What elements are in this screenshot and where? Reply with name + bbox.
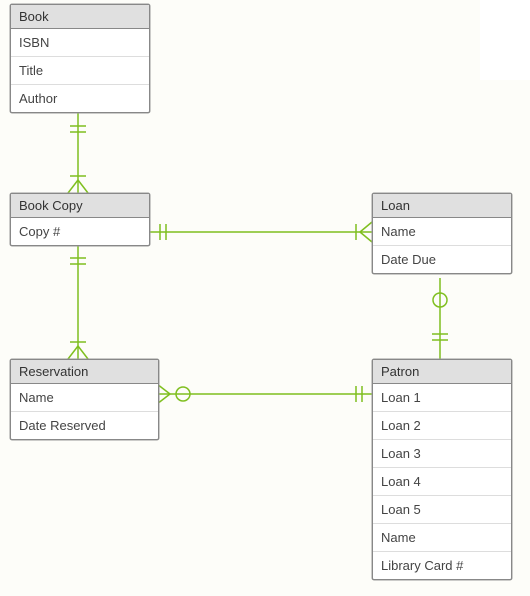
entity-patron[interactable]: Patron Loan 1 Loan 2 Loan 3 Loan 4 Loan … [372,359,512,580]
corner-patch [480,0,530,80]
entity-title: Loan [373,194,511,218]
entity-attr: Loan 3 [373,440,511,468]
entity-attrs: Name Date Reserved [11,384,158,439]
entity-book[interactable]: Book ISBN Title Author [10,4,150,113]
entity-attr: Author [11,85,149,112]
entity-title: Book Copy [11,194,149,218]
entity-attr: Name [373,524,511,552]
entity-attr: Loan 5 [373,496,511,524]
entity-attr: Loan 1 [373,384,511,412]
entity-attr: Loan 2 [373,412,511,440]
entity-attrs: Name Date Due [373,218,511,273]
entity-attr: Date Reserved [11,412,158,439]
entity-attrs: ISBN Title Author [11,29,149,112]
entity-attr: Name [373,218,511,246]
entity-book-copy[interactable]: Book Copy Copy # [10,193,150,246]
entity-attr: Library Card # [373,552,511,579]
entity-attr: Title [11,57,149,85]
entity-loan[interactable]: Loan Name Date Due [372,193,512,274]
entity-reservation[interactable]: Reservation Name Date Reserved [10,359,159,440]
entity-attr: ISBN [11,29,149,57]
entity-attr: Name [11,384,158,412]
entity-attr: Date Due [373,246,511,273]
entity-title: Patron [373,360,511,384]
entity-title: Reservation [11,360,158,384]
entity-attrs: Loan 1 Loan 2 Loan 3 Loan 4 Loan 5 Name … [373,384,511,579]
entity-attrs: Copy # [11,218,149,245]
entity-attr: Copy # [11,218,149,245]
entity-attr: Loan 4 [373,468,511,496]
entity-title: Book [11,5,149,29]
